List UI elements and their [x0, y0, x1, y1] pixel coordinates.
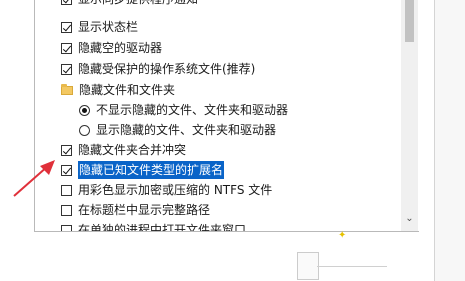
- option-label: 隐藏已知文件类型的扩展名: [78, 161, 225, 179]
- checkbox[interactable]: [61, 184, 72, 196]
- option-sync-provider[interactable]: 显示同步提供程序通知: [61, 0, 198, 8]
- checkbox[interactable]: [61, 63, 72, 75]
- option-status-bar[interactable]: 显示状态栏: [61, 18, 138, 36]
- group-hidden-files: 隐藏文件和文件夹: [61, 81, 175, 99]
- radio-dont-show-hidden[interactable]: 不显示隐藏的文件、文件夹和驱动器: [79, 101, 288, 119]
- option-hide-empty-drives[interactable]: 隐藏空的驱动器: [61, 39, 162, 57]
- scroll-box: [297, 252, 319, 280]
- option-color-encrypted[interactable]: 用彩色显示加密或压缩的 NTFS 文件: [61, 181, 272, 199]
- option-hide-merge-conflicts[interactable]: 隐藏文件夹合并冲突: [61, 141, 186, 159]
- radio-button[interactable]: [79, 104, 90, 116]
- sparkle-icon: ✦: [338, 230, 347, 241]
- option-full-path-title[interactable]: 在标题栏中显示完整路径: [61, 201, 210, 219]
- option-label: 用彩色显示加密或压缩的 NTFS 文件: [78, 183, 273, 197]
- folder-icon: [61, 84, 73, 95]
- chevron-down-icon[interactable]: ⌄: [401, 212, 418, 226]
- checkbox[interactable]: [61, 224, 72, 231]
- checkbox[interactable]: [61, 42, 72, 54]
- checkbox[interactable]: [61, 164, 72, 176]
- radio-button[interactable]: [79, 124, 90, 136]
- option-label: 显示同步提供程序通知: [78, 0, 198, 8]
- group-label: 隐藏文件和文件夹: [79, 83, 176, 97]
- option-hide-protected-os-files[interactable]: 隐藏受保护的操作系统文件(推荐): [61, 60, 255, 78]
- background-strip: [435, 0, 465, 281]
- option-label: 隐藏文件夹合并冲突: [78, 143, 187, 157]
- radio-show-hidden[interactable]: 显示隐藏的文件、文件夹和驱动器: [79, 121, 276, 139]
- radio-label: 不显示隐藏的文件、文件夹和驱动器: [96, 103, 289, 117]
- checkbox[interactable]: [61, 204, 72, 216]
- option-separate-process[interactable]: 在单独的进程中打开文件夹窗口: [61, 221, 247, 232]
- option-label: 在标题栏中显示完整路径: [78, 203, 211, 217]
- checkbox[interactable]: [61, 21, 72, 33]
- scrollbar-thumb[interactable]: [405, 0, 414, 42]
- option-label: 在单独的进程中打开文件夹窗口: [78, 223, 247, 232]
- checkbox[interactable]: [61, 144, 72, 156]
- option-hide-extensions[interactable]: 隐藏已知文件类型的扩展名: [61, 161, 225, 179]
- option-label: 显示状态栏: [78, 20, 139, 34]
- option-label: 隐藏空的驱动器: [78, 41, 163, 55]
- checkbox[interactable]: [61, 0, 72, 5]
- divider: [317, 266, 387, 267]
- option-label: 隐藏受保护的操作系统文件(推荐): [78, 62, 256, 76]
- radio-label: 显示隐藏的文件、文件夹和驱动器: [96, 123, 277, 137]
- advanced-settings-list: 显示同步提供程序通知 显示状态栏 隐藏空的驱动器 隐藏受保护的操作系统文件(推荐…: [34, 0, 419, 232]
- dialog-edge: [434, 0, 435, 281]
